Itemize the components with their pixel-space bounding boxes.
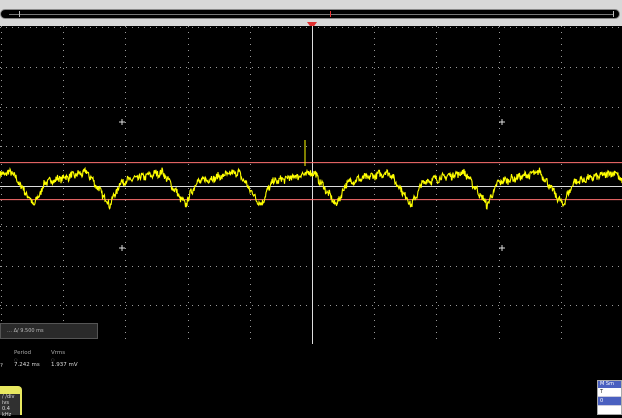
record-start-tick [19, 11, 20, 17]
mini-panel-cell: 0 [600, 398, 604, 404]
record-length-track[interactable] [0, 9, 620, 19]
record-track-line [9, 14, 613, 15]
measurement-period-label: Period [14, 350, 32, 356]
measurement-panel [0, 344, 622, 415]
measurement-vrms-value: 1.937 mV [51, 362, 78, 368]
mini-panel-row: 0 [598, 397, 621, 406]
mini-panel-header: M Sm [598, 381, 621, 388]
measurement-vrms-label: Vrms [51, 350, 66, 356]
record-view-tick [330, 11, 331, 17]
mini-results-panel[interactable]: M Sm T 0 [597, 380, 622, 415]
cursor-readout[interactable]: … Δ/ 9.500 ms [0, 323, 98, 339]
waveform-graticule [0, 26, 622, 344]
mini-panel-row: T [598, 388, 621, 397]
mini-panel-cell: T [600, 389, 604, 395]
waveform-display[interactable] [0, 26, 622, 344]
measurement-partial-value: ? [0, 363, 3, 369]
measurement-period-value: 7.242 ms [14, 362, 40, 368]
channel-1-trace [0, 166, 622, 210]
record-view-bar [0, 0, 622, 29]
measurement-period[interactable]: Period ○ 7.242 ms [14, 350, 40, 368]
channel-1-bandwidth: 0.4 kHz [2, 406, 12, 418]
channel-1-badge[interactable]: / /div ivs 0.4 kHz [0, 386, 22, 418]
measurement-vrms[interactable]: Vrms ○ 1.937 mV [51, 350, 78, 368]
cursor-readout-text: … Δ/ 9.500 ms [7, 328, 44, 334]
graticule-grid [0, 26, 622, 344]
channel-1-settings: / /div ivs 0.4 kHz [0, 394, 20, 418]
record-end-tick [613, 11, 614, 17]
